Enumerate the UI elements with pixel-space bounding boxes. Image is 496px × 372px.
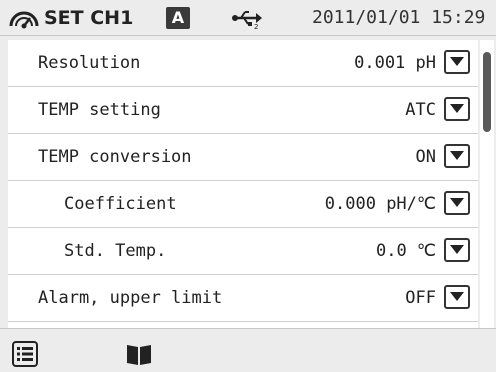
chevron-down-icon [450,292,464,301]
setting-row-resolution[interactable]: Resolution 0.001 pH [8,40,478,87]
setting-value: ATC [405,100,436,120]
dropdown-button[interactable] [444,50,470,74]
header-bar: SET CH1 A 2 2011/01/01 15:29 [0,0,496,36]
setting-label: TEMP conversion [38,147,192,167]
dropdown-button[interactable] [444,238,470,262]
setting-label: Resolution [38,53,141,73]
setting-label: Alarm, upper limit [38,288,223,308]
footer-bar [0,328,496,372]
setting-value: 0.001 pH [354,53,436,73]
setting-row-alarm-upper-limit[interactable]: Alarm, upper limit OFF [8,275,478,322]
chevron-down-icon [450,104,464,113]
setting-row-std-temp[interactable]: Std. Temp. 0.0 ℃ [8,228,478,275]
setting-value: 0.000 pH/℃ [324,194,436,214]
setting-row-temp-conversion[interactable]: TEMP conversion ON [8,134,478,181]
setting-row-temp-setting[interactable]: TEMP setting ATC [8,87,478,134]
chevron-down-icon [450,245,464,254]
page-title: SET CH1 [44,7,134,29]
dropdown-button[interactable] [444,191,470,215]
gauge-icon [9,11,39,29]
chevron-down-icon [450,198,464,207]
dropdown-button[interactable] [444,144,470,168]
book-icon[interactable] [126,341,152,367]
settings-list: Resolution 0.001 pH TEMP setting ATC TEM… [8,40,478,328]
usb-icon: 2 [232,11,262,30]
list-menu-icon[interactable] [12,341,38,367]
setting-label: Coefficient [64,194,177,214]
dropdown-button[interactable] [444,285,470,309]
setting-value: 0.0 ℃ [375,241,436,261]
setting-value: OFF [405,288,436,308]
setting-value: ON [415,147,436,167]
chevron-down-icon [450,151,464,160]
setting-label: TEMP setting [38,100,161,120]
setting-row-coefficient[interactable]: Coefficient 0.000 pH/℃ [8,181,478,228]
dropdown-button[interactable] [444,97,470,121]
svg-text:2: 2 [254,23,258,30]
scrollbar-thumb[interactable] [483,52,491,132]
chevron-down-icon [450,57,464,66]
setting-label: Std. Temp. [64,241,167,261]
datetime-display: 2011/01/01 15:29 [312,7,486,28]
mode-badge: A [166,7,190,29]
scrollbar[interactable] [480,40,494,328]
